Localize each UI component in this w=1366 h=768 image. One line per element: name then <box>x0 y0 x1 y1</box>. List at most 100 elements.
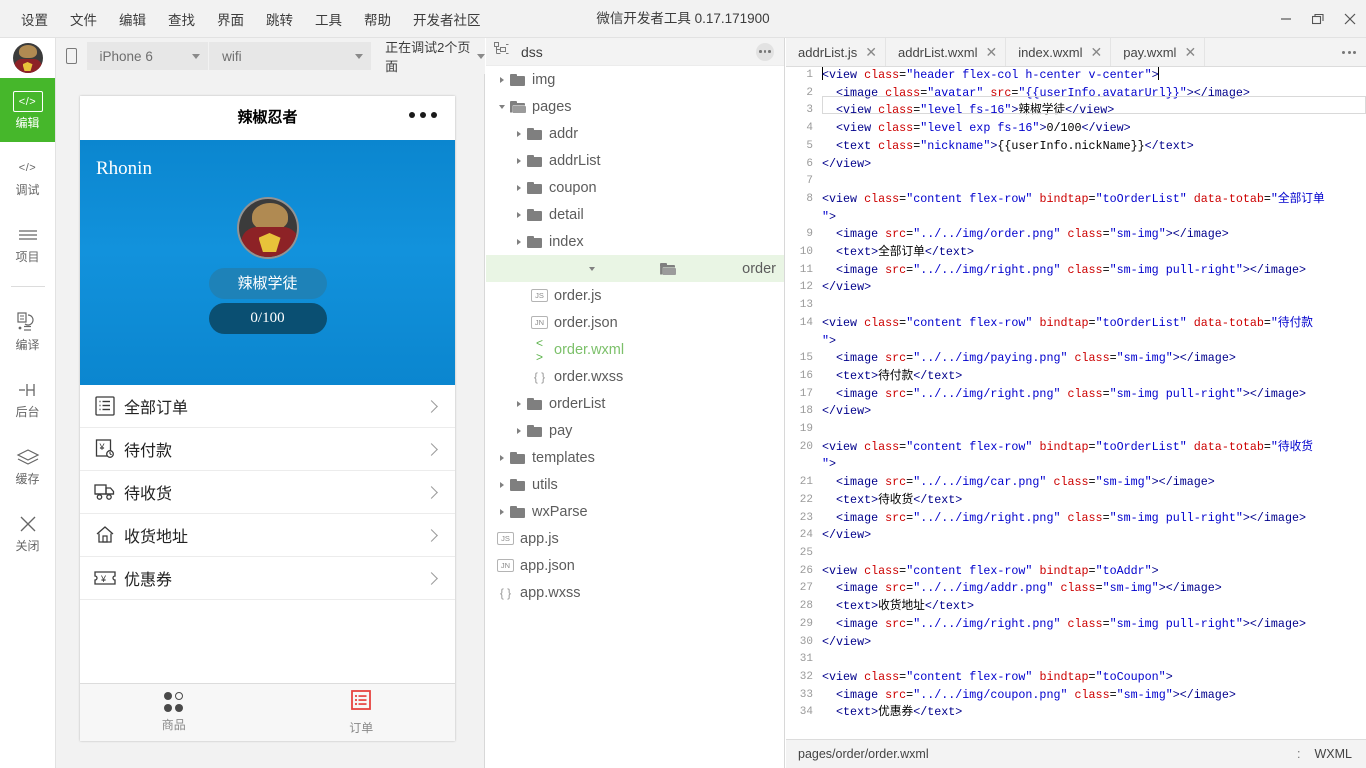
code-line: 29 <image src="../../img/right.png" clas… <box>786 616 1366 634</box>
payment-pending-icon: ¥ <box>94 438 116 460</box>
folder-icon <box>527 397 542 410</box>
menu-item-8[interactable]: 开发者社区 <box>402 5 492 33</box>
rail-item-5[interactable]: 缓存 <box>0 431 55 498</box>
tree-node-pay[interactable]: pay <box>486 417 784 444</box>
menu-item-5[interactable]: 跳转 <box>255 5 304 33</box>
tab-orders[interactable]: 订单 <box>268 684 456 741</box>
chevron-right-icon[interactable] <box>513 238 525 245</box>
tree-node-orderList[interactable]: orderList <box>486 390 784 417</box>
menu-item-6[interactable]: 工具 <box>304 5 353 33</box>
rail-item-6[interactable]: 关闭 <box>0 498 55 565</box>
chevron-right-icon[interactable] <box>513 400 525 407</box>
rail-item-1[interactable]: </> 调试 <box>0 142 55 209</box>
line-content: </view> <box>822 528 872 543</box>
menu-row-1[interactable]: ¥ 待付款 <box>80 428 455 471</box>
tree-node-templates[interactable]: templates <box>486 444 784 471</box>
tree-node-order-js[interactable]: JS order.js <box>486 282 784 309</box>
editor-tab-index-wxml[interactable]: index.wxml ✕ <box>1006 38 1112 66</box>
tree-node-order-json[interactable]: JN order.json <box>486 309 784 336</box>
code-line: 34 <text>优惠券</text> <box>786 704 1366 722</box>
menu-row-4[interactable]: ¥ 优惠券 <box>80 557 455 600</box>
tree-node-label: app.js <box>520 530 559 547</box>
debug-status-dropdown[interactable]: 正在调试2个页面 <box>385 37 485 75</box>
tree-node-img[interactable]: img <box>486 66 784 93</box>
tree-node-pages[interactable]: pages <box>486 93 784 120</box>
menu-row-3[interactable]: 收货地址 <box>80 514 455 557</box>
tree-node-index[interactable]: index <box>486 228 784 255</box>
editor-tab-label: addrList.wxml <box>897 44 978 60</box>
rotate-device-icon[interactable] <box>56 38 87 74</box>
line-number: 27 <box>799 582 813 595</box>
line-number: 7 <box>806 175 813 188</box>
device-select[interactable]: iPhone 6 <box>86 42 210 70</box>
rail-item-4[interactable]: 后台 <box>0 364 55 431</box>
minimize-icon[interactable] <box>1270 0 1302 38</box>
more-dots-icon[interactable] <box>1342 38 1356 67</box>
editor-tab-addrList-wxml[interactable]: addrList.wxml ✕ <box>885 38 1007 66</box>
status-language-mode[interactable]: WXML <box>1315 747 1353 761</box>
tree-node-app-wxss[interactable]: { } app.wxss <box>486 579 784 606</box>
close-icon[interactable]: ✕ <box>865 45 877 59</box>
network-select[interactable]: wifi <box>209 42 372 70</box>
menu-item-0[interactable]: 设置 <box>10 5 59 33</box>
code-area[interactable]: 1 <view class="header flex-col h-center v… <box>786 67 1366 739</box>
menu-row-label: 待收货 <box>124 486 173 503</box>
menu-row-0[interactable]: 全部订单 <box>80 385 455 428</box>
menu-item-1[interactable]: 文件 <box>59 5 108 33</box>
line-number: 5 <box>806 139 813 152</box>
tree-node-label: wxParse <box>532 503 588 520</box>
tree-node-order-wxml[interactable]: < > order.wxml <box>486 336 784 364</box>
chevron-right-icon[interactable] <box>513 130 525 137</box>
device-select-value: iPhone 6 <box>99 48 153 64</box>
restore-icon[interactable] <box>1302 0 1334 38</box>
tree-node-order-wxss[interactable]: { } order.wxss <box>486 363 784 390</box>
chevron-right-icon[interactable] <box>496 76 508 83</box>
editor-tab-pay-wxml[interactable]: pay.wxml ✕ <box>1111 38 1206 66</box>
close-icon[interactable] <box>1334 0 1366 38</box>
project-name: dss <box>521 43 543 60</box>
chevron-right-icon[interactable] <box>513 427 525 434</box>
tree-node-label: img <box>532 71 556 88</box>
chevron-right-icon[interactable] <box>513 184 525 191</box>
menu-item-7[interactable]: 帮助 <box>353 5 402 33</box>
more-dots-icon[interactable] <box>756 42 774 61</box>
tree-node-coupon[interactable]: coupon <box>486 174 784 201</box>
line-content: <image src="../../img/car.png" class="sm… <box>822 475 1215 490</box>
tree-node-wxParse[interactable]: wxParse <box>486 498 784 525</box>
tree-node-app-json[interactable]: JN app.json <box>486 552 784 579</box>
more-dots-icon[interactable] <box>409 112 437 118</box>
avatar[interactable] <box>0 38 55 78</box>
rail-item-label: 编译 <box>15 338 40 352</box>
menu-item-4[interactable]: 界面 <box>206 5 255 33</box>
chevron-right-icon[interactable] <box>496 508 508 515</box>
editor-tab-addrList-js[interactable]: addrList.js ✕ <box>786 38 886 66</box>
close-icon[interactable]: ✕ <box>985 45 997 59</box>
tree-node-detail[interactable]: detail <box>486 201 784 228</box>
chevron-down-icon[interactable] <box>496 104 508 109</box>
tree-node-app-js[interactable]: JS app.js <box>486 525 784 552</box>
chevron-right-icon[interactable] <box>496 481 508 488</box>
rail-item-2[interactable]: 项目 <box>0 209 55 276</box>
menu-item-3[interactable]: 查找 <box>157 5 206 33</box>
line-content: <text>优惠券</text> <box>822 705 963 720</box>
line-content: <text class="nickname">{{userInfo.nickNa… <box>822 138 1194 153</box>
tree-node-addr[interactable]: addr <box>486 120 784 147</box>
chevron-right-icon[interactable] <box>496 454 508 461</box>
wxss-file-icon: { } <box>499 585 512 600</box>
tab-products[interactable]: 商品 <box>80 684 268 741</box>
tree-node-utils[interactable]: utils <box>486 471 784 498</box>
close-icon[interactable]: ✕ <box>1090 45 1102 59</box>
rail-item-3[interactable]: 编译 <box>0 297 55 364</box>
menu-row-2[interactable]: 待收货 <box>80 471 455 514</box>
menu-item-2[interactable]: 编辑 <box>108 5 157 33</box>
js-file-icon: JS <box>497 532 514 545</box>
tree-node-label: templates <box>532 449 595 466</box>
tree-node-order[interactable]: order <box>486 255 784 282</box>
close-icon[interactable]: ✕ <box>1184 45 1196 59</box>
chevron-right-icon[interactable] <box>513 211 525 218</box>
chevron-right-icon[interactable] <box>513 157 525 164</box>
tree-node-addrList[interactable]: addrList <box>486 147 784 174</box>
rail-item-0[interactable]: </> 编辑 <box>0 78 55 142</box>
line-content: "> <box>822 333 837 348</box>
chevron-down-icon[interactable] <box>586 266 598 271</box>
